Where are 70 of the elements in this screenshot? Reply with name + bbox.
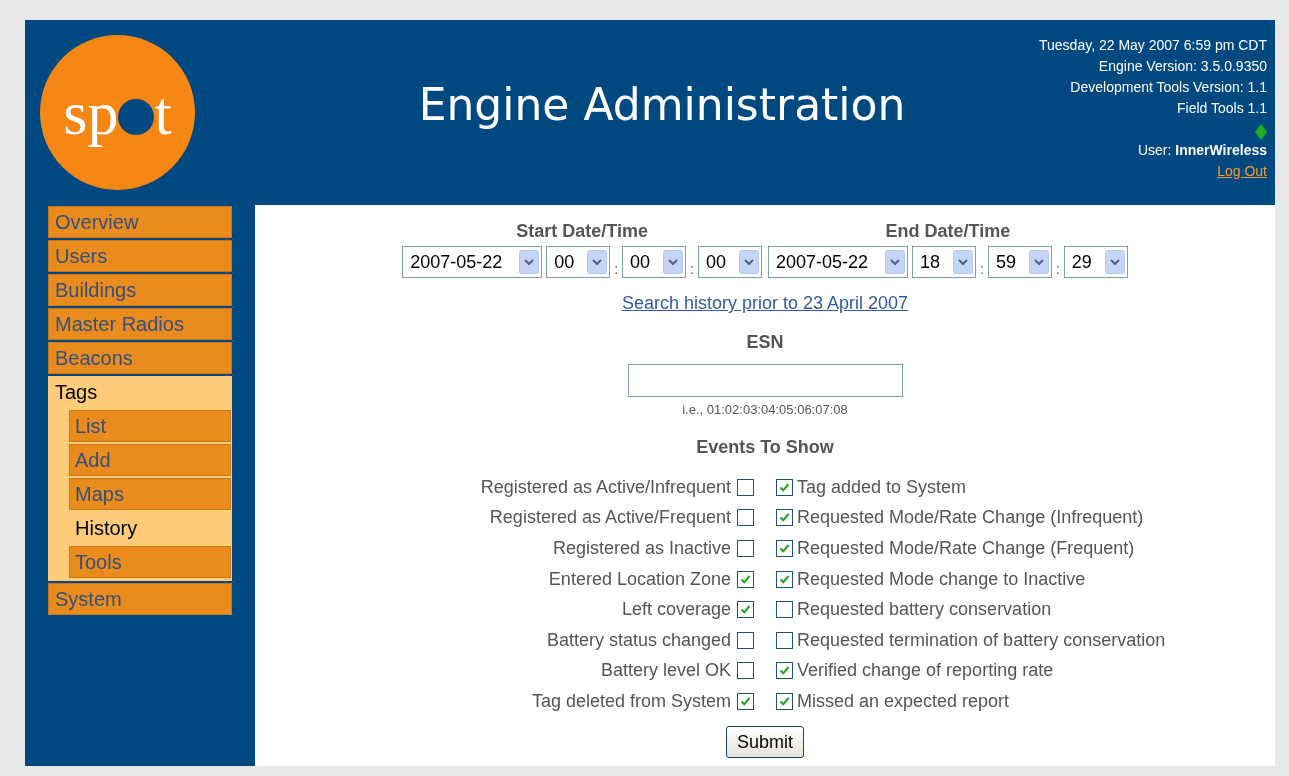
check-icon (740, 573, 751, 585)
checkbox[interactable] (776, 601, 793, 619)
checkbox[interactable] (737, 692, 754, 710)
check-icon (779, 512, 790, 524)
check-icon (779, 695, 790, 707)
time-separator: : (614, 262, 619, 276)
checkbox[interactable] (737, 570, 754, 588)
logo: sp t (40, 35, 195, 190)
checkbox[interactable] (776, 662, 793, 680)
history-link[interactable]: Search history prior to 23 April 2007 (621, 290, 909, 317)
user-text: User: InnerWireless (1137, 141, 1267, 160)
checkbox[interactable] (737, 601, 754, 619)
event-label: Registered as Inactive (552, 537, 731, 560)
event-label: Requested Mode/Rate Change (Frequent) (797, 537, 1135, 560)
time-separator: : (980, 262, 984, 276)
check-icon (779, 543, 790, 554)
checkbox[interactable] (737, 509, 754, 527)
dropdown-select[interactable]: 2007-05-22 (768, 246, 908, 278)
info-text: Engine Version: 3.5.0.9350 (1098, 57, 1267, 76)
event-label: Tag added to System (797, 475, 967, 499)
check-icon (740, 695, 751, 707)
event-label: Tag deleted from System (531, 689, 731, 713)
checkbox[interactable] (776, 692, 793, 710)
event-label: Battery status changed (546, 628, 731, 652)
info-text: Development Tools Version: 1.1 (1070, 78, 1267, 97)
checkbox[interactable] (776, 509, 793, 527)
range-label: Start Date/Time (516, 220, 648, 243)
esn-field[interactable] (627, 364, 903, 397)
page-title: Engine Administration (418, 83, 906, 127)
submit-button[interactable]: Submit (726, 726, 804, 759)
event-label: Registered as Active/Infrequent (480, 475, 731, 499)
checkbox[interactable] (737, 662, 754, 680)
esn-label: ESN (746, 331, 784, 354)
event-label: Requested battery conservation (797, 598, 1052, 622)
dropdown-select[interactable]: 00 (546, 246, 611, 278)
check-icon (779, 481, 790, 493)
status-diamond-icon (1255, 124, 1267, 140)
dropdown-select[interactable]: 2007-05-22 (402, 246, 543, 278)
info-text: Field Tools 1.1 (1177, 99, 1267, 118)
events-title: Events To Show (696, 435, 834, 459)
dropdown-select[interactable]: 00 (622, 246, 687, 278)
dropdown-select[interactable]: 29 (1063, 246, 1128, 278)
event-label: Requested Mode change to Inactive (797, 567, 1086, 591)
logout-link[interactable]: Log Out (1217, 161, 1267, 182)
dropdown-select[interactable]: 59 (987, 246, 1052, 278)
check-icon (779, 665, 790, 677)
event-label: Verified change of reporting rate (797, 659, 1054, 683)
checkbox[interactable] (776, 540, 793, 557)
info-text: Tuesday, 22 May 2007 6:59 pm CDT (1039, 36, 1267, 55)
event-label: Entered Location Zone (548, 567, 731, 591)
event-label: Requested Mode/Rate Change (Infrequent) (797, 506, 1144, 530)
dropdown-select[interactable]: 18 (912, 246, 976, 278)
checkbox[interactable] (737, 540, 754, 557)
checkbox[interactable] (776, 570, 793, 588)
event-label: Battery level OK (600, 659, 731, 683)
event-label: Left coverage (621, 598, 731, 622)
checkbox[interactable] (737, 631, 754, 649)
check-icon (779, 573, 790, 585)
event-label: Registered as Active/Frequent (489, 506, 731, 530)
time-separator: : (690, 262, 694, 276)
event-label: Missed an expected report (797, 689, 1010, 713)
esn-hint: i.e., 01:02:03:04:05:06:07:08 (682, 401, 848, 419)
checkbox[interactable] (737, 478, 754, 496)
dropdown-select[interactable]: 00 (698, 246, 762, 278)
check-icon (740, 604, 751, 616)
checkbox[interactable] (776, 631, 793, 649)
range-label: End Date/Time (885, 220, 1011, 243)
checkbox[interactable] (776, 478, 793, 496)
time-separator: : (1055, 262, 1060, 276)
event-label: Requested termination of battery conservation (797, 628, 1166, 652)
